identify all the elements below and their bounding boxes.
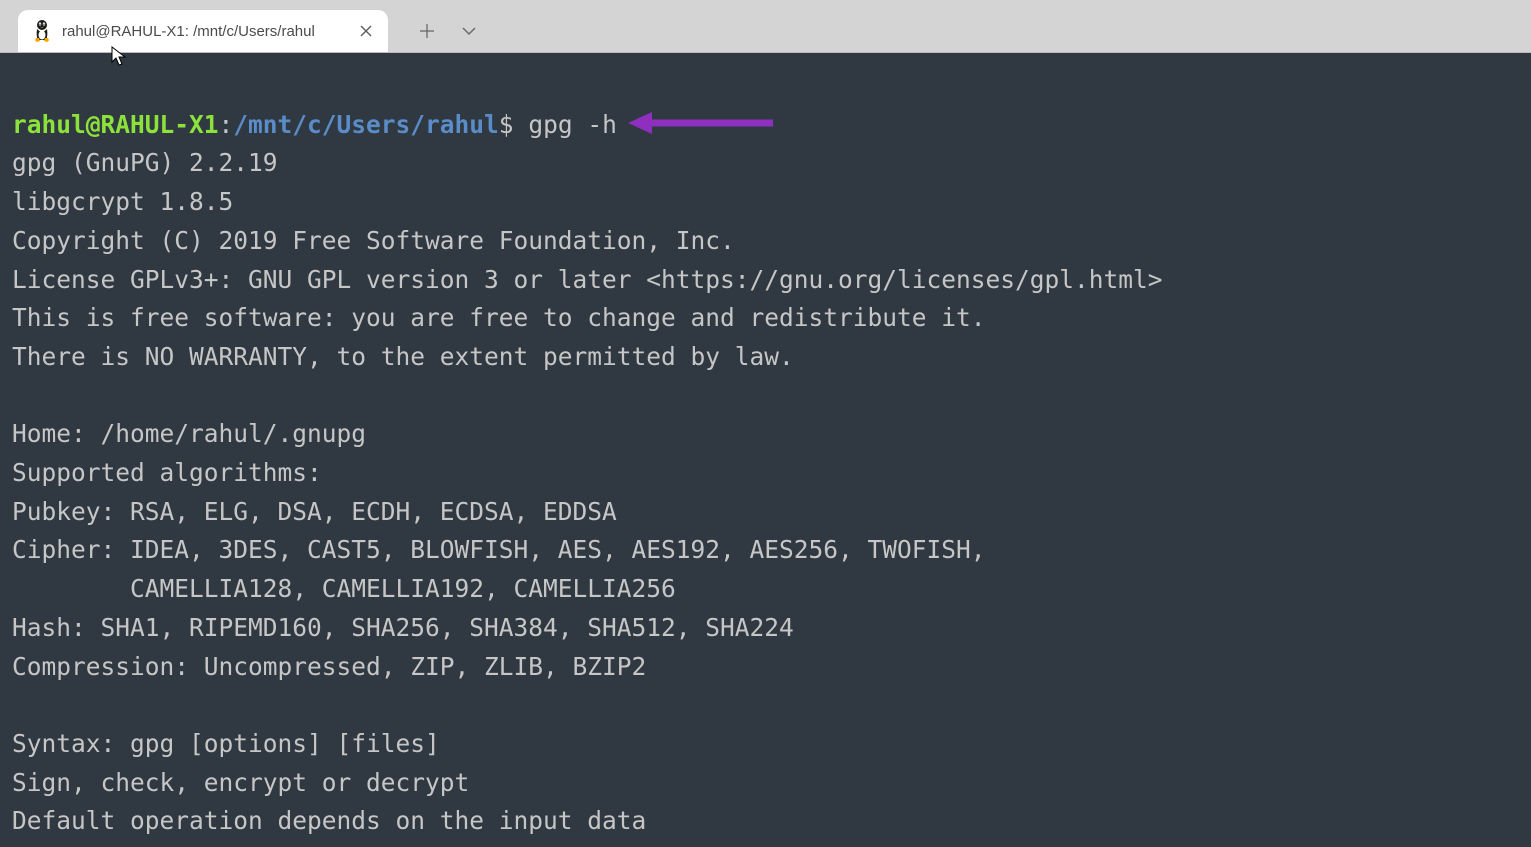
output-line: libgcrypt 1.8.5 bbox=[12, 187, 233, 216]
tux-icon bbox=[32, 19, 52, 43]
tab-controls bbox=[388, 10, 478, 52]
prompt-dollar: $ bbox=[499, 110, 514, 139]
chevron-down-icon bbox=[462, 26, 476, 36]
tab-title: rahul@RAHUL-X1: /mnt/c/Users/rahul bbox=[62, 23, 348, 40]
output-blank bbox=[12, 381, 27, 410]
output-line: Hash: SHA1, RIPEMD160, SHA256, SHA384, S… bbox=[12, 613, 794, 642]
command-text: gpg -h bbox=[528, 110, 617, 139]
output-line: License GPLv3+: GNU GPL version 3 or lat… bbox=[12, 265, 1163, 294]
output-line: Default operation depends on the input d… bbox=[12, 806, 646, 835]
terminal-tab[interactable]: rahul@RAHUL-X1: /mnt/c/Users/rahul bbox=[18, 10, 388, 52]
output-line: Pubkey: RSA, ELG, DSA, ECDH, ECDSA, EDDS… bbox=[12, 497, 617, 526]
output-line: gpg (GnuPG) 2.2.19 bbox=[12, 148, 278, 177]
close-tab-button[interactable] bbox=[358, 23, 374, 39]
terminal-output[interactable]: rahul@RAHUL-X1:/mnt/c/Users/rahul$ gpg -… bbox=[0, 53, 1531, 847]
output-line: Cipher: IDEA, 3DES, CAST5, BLOWFISH, AES… bbox=[12, 535, 986, 564]
prompt-user: rahul@RAHUL-X1 bbox=[12, 110, 219, 139]
output-line: Compression: Uncompressed, ZIP, ZLIB, BZ… bbox=[12, 652, 646, 681]
prompt-colon: : bbox=[219, 110, 234, 139]
output-line: Copyright (C) 2019 Free Software Foundat… bbox=[12, 226, 735, 255]
output-line: This is free software: you are free to c… bbox=[12, 303, 986, 332]
output-line: Supported algorithms: bbox=[12, 458, 322, 487]
output-line: Home: /home/rahul/.gnupg bbox=[12, 419, 366, 448]
close-icon bbox=[360, 25, 372, 37]
annotation-arrow-icon bbox=[598, 69, 778, 149]
output-blank bbox=[12, 690, 27, 719]
plus-icon bbox=[420, 24, 434, 38]
prompt-line: rahul@RAHUL-X1:/mnt/c/Users/rahul$ gpg -… bbox=[12, 110, 617, 139]
output-line: There is NO WARRANTY, to the extent perm… bbox=[12, 342, 794, 371]
tab-bar: rahul@RAHUL-X1: /mnt/c/Users/rahul bbox=[0, 0, 1531, 53]
output-line: Syntax: gpg [options] [files] bbox=[12, 729, 440, 758]
output-line: Sign, check, encrypt or decrypt bbox=[12, 768, 469, 797]
new-tab-button[interactable] bbox=[418, 22, 436, 40]
tab-dropdown-button[interactable] bbox=[460, 22, 478, 40]
prompt-path: /mnt/c/Users/rahul bbox=[233, 110, 499, 139]
output-line: CAMELLIA128, CAMELLIA192, CAMELLIA256 bbox=[12, 574, 676, 603]
